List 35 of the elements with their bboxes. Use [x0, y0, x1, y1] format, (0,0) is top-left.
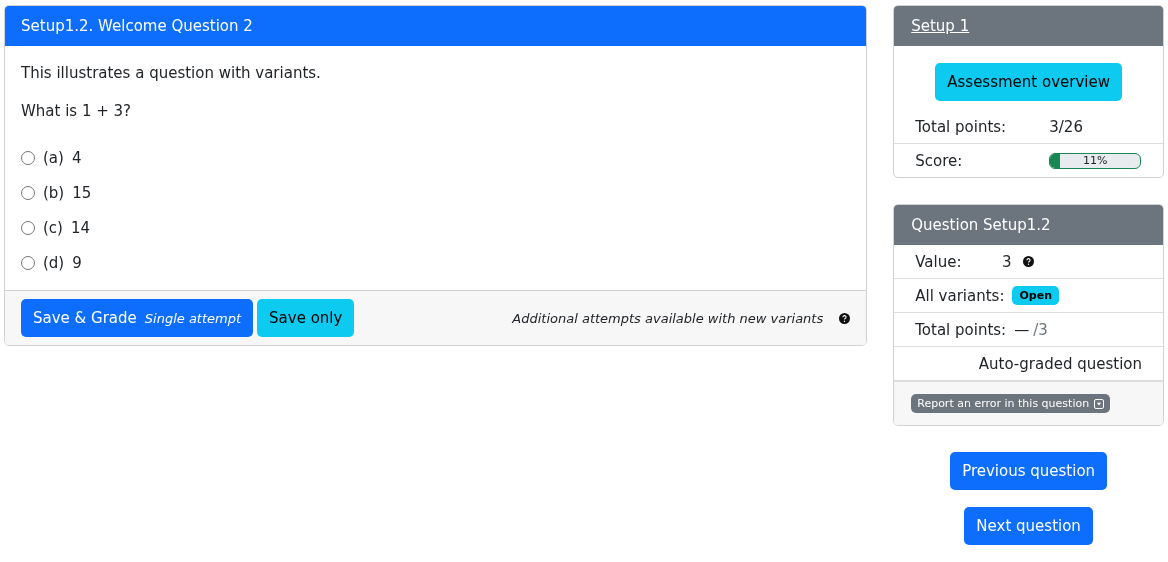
question-prompt: What is 1 + 3? — [21, 102, 133, 120]
grading-note: Auto-graded question — [978, 354, 1142, 373]
option-label: (b) — [43, 183, 65, 202]
help-icon[interactable] — [839, 312, 851, 324]
card-header: Question Setup1.2 — [894, 205, 1163, 245]
report-error-button[interactable]: Report an error in this question — [911, 394, 1111, 413]
help-icon[interactable] — [1023, 256, 1035, 267]
card-header: Setup1.2. Welcome Question 2 — [5, 6, 867, 46]
option-value: 4 — [71, 148, 82, 167]
option-label: (d) — [43, 253, 65, 272]
assessment-overview-button[interactable]: Assessment overview — [935, 63, 1122, 101]
option-value: 14 — [70, 218, 91, 237]
option-label: (c) — [43, 218, 63, 237]
row-value: — — [1014, 320, 1030, 339]
save-grade-button[interactable]: Save & Grade Single attempt — [21, 299, 254, 337]
assessment-link[interactable]: Setup 1 — [911, 17, 970, 35]
next-question-button[interactable]: Next question — [964, 507, 1093, 545]
row-value: /3 — [1033, 320, 1048, 339]
previous-question-button[interactable]: Previous question — [950, 452, 1108, 490]
save-only-button[interactable]: Save only — [257, 299, 355, 337]
progress-reading: 11% — [1082, 153, 1109, 168]
status-badge: Open — [1012, 286, 1059, 305]
dropdown-icon — [1094, 398, 1105, 409]
footer-note: Additional attempts available with new variants — [512, 310, 824, 326]
row-value: 3 — [1000, 252, 1013, 271]
row-label: Score: — [915, 151, 964, 170]
row-label: Total points: — [915, 320, 1007, 339]
row-label: All variants: — [915, 286, 1005, 305]
row-value: 3/26 — [1049, 117, 1083, 136]
option-label: (a) — [43, 148, 64, 167]
row-label: Total points: — [915, 117, 1008, 136]
question-text: This illustrates a question with variants. — [21, 64, 322, 82]
option-value: 15 — [72, 183, 92, 202]
option-value: 9 — [72, 253, 82, 272]
row-label: Value: — [915, 252, 962, 271]
